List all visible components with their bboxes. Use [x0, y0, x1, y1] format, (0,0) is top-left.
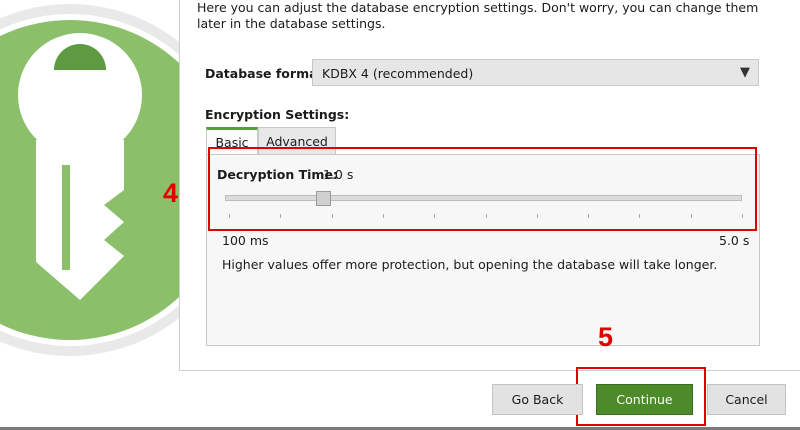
- intro-text: Here you can adjust the database encrypt…: [197, 0, 759, 31]
- annotation-step-5: 5: [598, 322, 614, 352]
- slider-min-label: 100 ms: [222, 233, 269, 248]
- triangle-down-icon: ▼: [740, 65, 750, 80]
- database-format-label: Database format:: [205, 66, 329, 81]
- slider-max-label: 5.0 s: [719, 233, 750, 248]
- encryption-settings-label: Encryption Settings:: [205, 107, 350, 122]
- keepassxc-key-logo-icon: [0, 4, 179, 356]
- go-back-button[interactable]: Go Back: [492, 384, 583, 415]
- annotation-highlight-decryption: [208, 147, 757, 231]
- database-format-value: KDBX 4 (recommended): [322, 66, 474, 81]
- cancel-button[interactable]: Cancel: [707, 384, 786, 415]
- new-database-wizard: Here you can adjust the database encrypt…: [0, 0, 800, 430]
- continue-button[interactable]: Continue: [596, 384, 693, 415]
- decryption-help-text: Higher values offer more protection, but…: [222, 257, 718, 272]
- database-format-select[interactable]: KDBX 4 (recommended) ▼: [312, 59, 759, 86]
- annotation-step-4: 4: [163, 178, 179, 208]
